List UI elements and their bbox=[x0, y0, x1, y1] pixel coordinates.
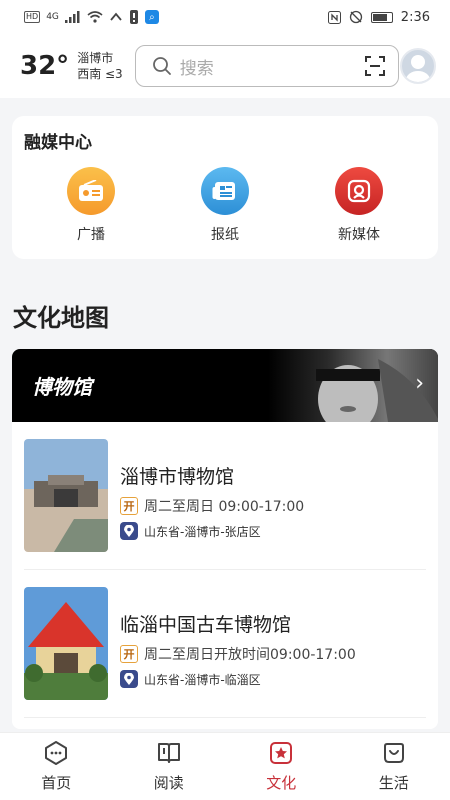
media-item-label: 报纸 bbox=[211, 227, 239, 243]
scan-icon[interactable] bbox=[364, 55, 386, 77]
tab-label: 生活 bbox=[378, 774, 409, 792]
culture-icon bbox=[270, 742, 293, 764]
life-icon bbox=[383, 743, 404, 763]
open-badge-icon: 开 bbox=[120, 497, 138, 515]
tab-culture[interactable]: 文化 bbox=[225, 733, 338, 800]
temperature: 32° bbox=[20, 51, 70, 81]
museum-banner[interactable]: 博物馆 › bbox=[12, 349, 438, 433]
museum-card: 博物馆 › 淄博市博物馆 开 周二至周日 09:00-17:00 山东省-淄博市… bbox=[12, 349, 438, 729]
header: 32° 淄博市 西南 ≤3 搜索 bbox=[0, 34, 450, 98]
location-pin-icon bbox=[120, 670, 138, 688]
hd-badge: HD bbox=[24, 11, 41, 23]
avatar[interactable] bbox=[400, 48, 436, 84]
museum-hours: 周二至周日 09:00-17:00 bbox=[144, 499, 305, 515]
user-avatar-icon bbox=[406, 55, 430, 82]
media-center-items: 广播 报纸 新媒体 bbox=[24, 167, 426, 244]
open-badge-icon: 开 bbox=[120, 645, 138, 663]
search-input[interactable]: 搜索 bbox=[134, 45, 399, 87]
wifi-icon bbox=[87, 11, 103, 23]
home-icon bbox=[45, 741, 68, 765]
weather-wind: 西南 ≤3 bbox=[77, 67, 123, 81]
status-left: HD 4G ⌕ bbox=[24, 10, 159, 24]
museum-name: 临淄中国古车博物馆 bbox=[120, 614, 292, 636]
alert-icon bbox=[129, 10, 138, 24]
nfc-icon bbox=[327, 10, 341, 24]
tab-label: 阅读 bbox=[153, 774, 184, 792]
tab-label: 文化 bbox=[266, 774, 297, 792]
statue-image bbox=[268, 349, 438, 433]
status-bar: HD 4G ⌕ 2:36 bbox=[0, 0, 450, 34]
mute-icon bbox=[349, 10, 362, 24]
media-item-new-media[interactable]: 新媒体 bbox=[292, 167, 426, 244]
tab-life[interactable]: 生活 bbox=[338, 733, 450, 800]
culture-map-title: 文化地图 bbox=[13, 304, 109, 332]
link-icon bbox=[110, 12, 122, 21]
museum-list-item[interactable]: 临淄中国古车博物馆 开 周二至周日开放时间09:00-17:00 山东省-淄博市… bbox=[24, 570, 426, 718]
app-notification-icon: ⌕ bbox=[144, 10, 159, 24]
tab-label: 首页 bbox=[41, 774, 72, 792]
museum-list-item[interactable]: 淄博市博物馆 开 周二至周日 09:00-17:00 山东省-淄博市-张店区 bbox=[24, 422, 426, 570]
museum-thumbnail bbox=[24, 439, 108, 552]
battery-icon bbox=[370, 11, 393, 23]
status-right: 2:36 bbox=[327, 9, 430, 25]
museum-hours-row: 开 周二至周日 09:00-17:00 bbox=[120, 496, 304, 516]
new-media-icon bbox=[335, 167, 383, 215]
weather-city: 淄博市 bbox=[77, 51, 114, 65]
network-label: 4G bbox=[46, 12, 59, 22]
chevron-right-icon: › bbox=[415, 371, 424, 396]
media-item-label: 新媒体 bbox=[338, 227, 380, 243]
status-time: 2:36 bbox=[400, 9, 430, 25]
banner-title: 博物馆 bbox=[32, 375, 92, 399]
museum-name: 淄博市博物馆 bbox=[120, 466, 235, 488]
tab-home[interactable]: 首页 bbox=[0, 733, 113, 800]
media-item-newspaper[interactable]: 报纸 bbox=[158, 167, 292, 244]
museum-hours-row: 开 周二至周日开放时间09:00-17:00 bbox=[120, 644, 356, 664]
media-item-radio[interactable]: 广播 bbox=[24, 167, 158, 244]
museum-address-row: 山东省-淄博市-张店区 bbox=[120, 522, 261, 540]
tab-read[interactable]: 阅读 bbox=[113, 733, 226, 800]
newspaper-icon bbox=[201, 167, 249, 215]
bottom-tab-bar: 首页 阅读 文化 生活 bbox=[0, 732, 450, 800]
museum-hours: 周二至周日开放时间09:00-17:00 bbox=[144, 647, 356, 663]
museum-address: 山东省-淄博市-张店区 bbox=[144, 524, 261, 539]
search-icon bbox=[152, 57, 171, 75]
museum-address-row: 山东省-淄博市-临淄区 bbox=[120, 670, 261, 688]
book-icon bbox=[157, 743, 180, 763]
museum-thumbnail bbox=[24, 587, 108, 700]
media-center-title: 融媒中心 bbox=[24, 133, 92, 153]
location-pin-icon bbox=[120, 522, 138, 540]
museum-address: 山东省-淄博市-临淄区 bbox=[144, 672, 261, 687]
media-item-label: 广播 bbox=[77, 227, 105, 243]
search-placeholder: 搜索 bbox=[179, 58, 214, 79]
signal-icon bbox=[64, 11, 80, 23]
weather-info: 淄博市 西南 ≤3 bbox=[77, 50, 123, 82]
radio-icon bbox=[67, 167, 115, 215]
media-center-card: 融媒中心 广播 报纸 新媒体 bbox=[12, 116, 438, 259]
